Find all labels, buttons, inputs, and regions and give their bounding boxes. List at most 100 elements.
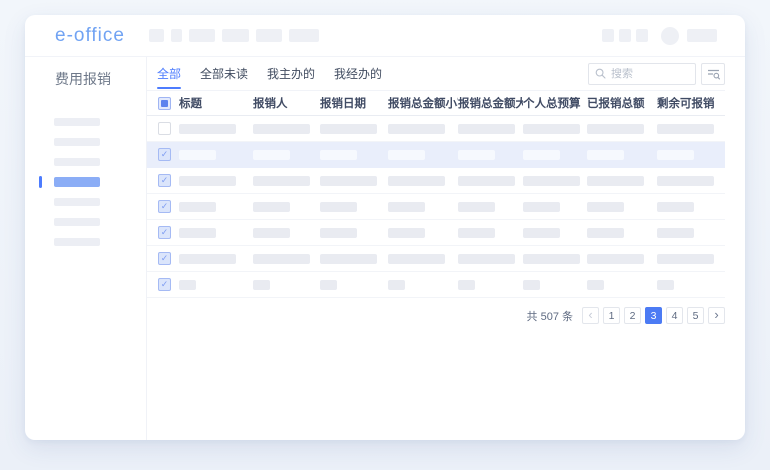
skeleton-bar [523,228,560,238]
skeleton-bar [657,280,674,290]
skeleton-bar [179,202,216,212]
column-header-amount-words: 报销总金额大写 [458,95,523,111]
app-window: e-office 费用报销 全部 [25,15,745,440]
page-button-1[interactable]: 1 [603,307,620,324]
skeleton-bar [587,176,644,186]
sidebar-item[interactable] [25,132,146,152]
sidebar-menu [25,112,146,252]
search-icon [595,68,606,79]
advanced-search-icon [707,68,720,80]
column-header-amount-numeric: 报销总金额小写 [388,95,458,111]
sidebar-item-active[interactable] [25,172,146,192]
skeleton-bar [587,150,624,160]
skeleton-bar [523,176,580,186]
sidebar: 费用报销 [25,57,147,440]
skeleton-bar [253,228,290,238]
row-checkbox[interactable]: ✓ [158,174,171,187]
sidebar-item-skeleton [54,177,100,187]
app-logo: e-office [55,25,125,47]
skeleton-bar [320,150,357,160]
avatar[interactable] [661,27,679,45]
tab-label: 全部未读 [200,65,248,82]
row-checkbox[interactable]: ✓ [158,200,171,213]
nav-placeholder [222,29,249,42]
table-row[interactable] [147,116,725,142]
sidebar-item[interactable] [25,232,146,252]
advanced-search-button[interactable] [701,63,725,85]
prev-page-button[interactable]: ‹ [582,307,599,324]
tab-all-unread[interactable]: 全部未读 [200,57,248,90]
skeleton-bar [320,254,377,264]
tab-label: 全部 [157,65,181,82]
skeleton-bar [320,228,357,238]
skeleton-bar [523,254,580,264]
sidebar-title: 费用报销 [55,69,146,89]
skeleton-bar [253,202,290,212]
sidebar-item[interactable] [25,112,146,132]
page-button-4[interactable]: 4 [666,307,683,324]
skeleton-bar [587,228,624,238]
page-button-current[interactable]: 3 [645,307,662,324]
column-header-date: 报销日期 [320,95,388,111]
nav-placeholder [256,29,282,42]
skeleton-bar [179,228,216,238]
column-header-reimbursed-total: 已报销总额 [587,95,657,111]
table-body: ✓ ✓ ✓ ✓ ✓ ✓ [147,116,725,298]
skeleton-bar [253,150,290,160]
sidebar-item-skeleton [54,238,100,246]
skeleton-bar [320,280,337,290]
sidebar-item-skeleton [54,218,100,226]
skeleton-bar [179,280,196,290]
next-page-button[interactable]: › [708,307,725,324]
skeleton-bar [388,176,445,186]
skeleton-bar [253,254,310,264]
table-row[interactable]: ✓ [147,272,725,298]
search-input[interactable] [611,68,689,80]
nav-placeholder [149,29,164,42]
skeleton-bar [657,150,694,160]
skeleton-bar [179,254,236,264]
toolbar: 全部 全部未读 我主办的 我经办的 [147,57,745,90]
skeleton-bar [458,280,475,290]
row-checkbox[interactable]: ✓ [158,252,171,265]
table-row[interactable]: ✓ [147,246,725,272]
skeleton-bar [253,124,310,134]
username-placeholder [687,29,717,42]
sidebar-item-skeleton [54,158,100,166]
tab-label: 我主办的 [267,65,315,82]
table-row[interactable]: ✓ [147,168,725,194]
skeleton-bar [388,202,425,212]
nav-placeholder [171,29,182,42]
sidebar-item[interactable] [25,192,146,212]
table-row[interactable]: ✓ [147,220,725,246]
sidebar-item-skeleton [54,198,100,206]
table-row[interactable]: ✓ [147,142,725,168]
tab-my-hosted[interactable]: 我主办的 [267,57,315,90]
tab-all[interactable]: 全部 [157,57,181,90]
skeleton-bar [320,176,377,186]
row-checkbox[interactable] [158,122,171,135]
skeleton-bar [657,202,694,212]
skeleton-bar [657,124,714,134]
sidebar-item[interactable] [25,212,146,232]
tab-my-handled[interactable]: 我经办的 [334,57,382,90]
skeleton-bar [320,124,377,134]
pagination: 共 507 条 ‹ 1 2 3 4 5 › [147,307,745,324]
table-row[interactable]: ✓ [147,194,725,220]
nav-placeholder [289,29,319,42]
table-header: 标题 报销人 报销日期 报销总金额小写 报销总金额大写 个人总预算 已报销总额 … [147,90,725,116]
skeleton-bar [523,124,580,134]
skeleton-bar [388,124,445,134]
column-header-title: 标题 [179,95,253,111]
topbar: e-office [25,15,745,57]
search-box[interactable] [588,63,696,85]
row-checkbox[interactable]: ✓ [158,278,171,291]
page-button-5[interactable]: 5 [687,307,704,324]
skeleton-bar [320,202,357,212]
sidebar-item[interactable] [25,152,146,172]
select-all-checkbox[interactable] [158,97,171,110]
row-checkbox[interactable]: ✓ [158,226,171,239]
skeleton-bar [587,202,624,212]
row-checkbox[interactable]: ✓ [158,148,171,161]
page-button-2[interactable]: 2 [624,307,641,324]
